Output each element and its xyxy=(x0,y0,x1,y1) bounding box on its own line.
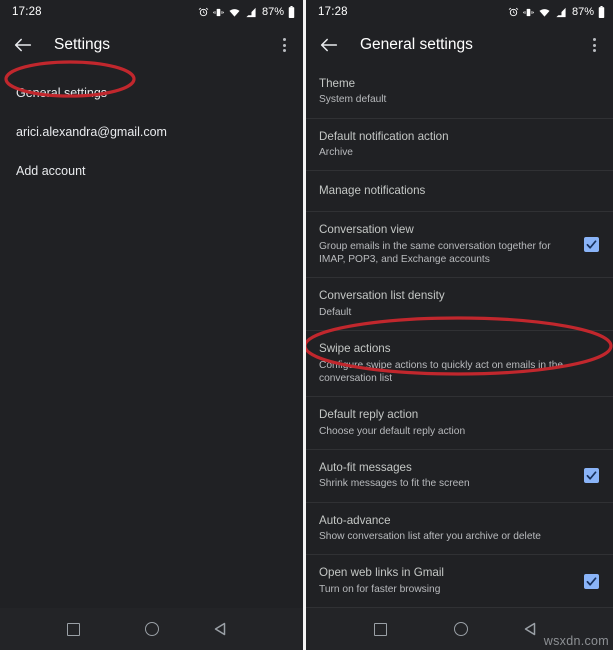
setting-subtitle: Archive xyxy=(319,147,353,159)
setting-title: Default reply action xyxy=(319,408,419,422)
setting-subtitle: Turn on for faster browsing xyxy=(319,583,441,595)
home-circle-icon[interactable] xyxy=(145,622,160,636)
home-circle-icon[interactable] xyxy=(453,622,468,636)
sidebar-item-account-email[interactable]: arici.alexandra@gmail.com xyxy=(0,113,303,152)
arrow-back-icon[interactable] xyxy=(318,34,340,56)
setting-subtitle: Choose your default reply action xyxy=(319,425,466,437)
status-time: 17:28 xyxy=(12,6,42,18)
setting-subtitle: System default xyxy=(319,94,387,106)
recents-square-icon[interactable] xyxy=(373,622,387,636)
page-title: Settings xyxy=(54,36,111,53)
battery-icon xyxy=(598,6,605,18)
setting-row-open-web-links-in-gmail[interactable]: Open web links in Gmail Turn on for fast… xyxy=(306,555,613,609)
setting-row-auto-fit-messages[interactable]: Auto-fit messages Shrink messages to fit… xyxy=(306,450,613,503)
arrow-back-icon[interactable] xyxy=(12,34,34,56)
setting-subtitle: Shrink messages to fit the screen xyxy=(319,478,470,490)
setting-subtitle: Group emails in the same conversation to… xyxy=(319,240,551,266)
left-phone-screen: 17:28 87% Settings General settings aric… xyxy=(0,0,303,650)
more-vert-icon[interactable] xyxy=(275,34,293,56)
setting-row-default-reply-action[interactable]: Default reply action Choose your default… xyxy=(306,397,613,450)
checkbox-conversation-view[interactable] xyxy=(584,237,599,253)
vibrate-icon xyxy=(213,7,224,18)
status-icons: 87% xyxy=(508,6,605,18)
battery-percent-label: 87% xyxy=(571,6,594,18)
status-time: 17:28 xyxy=(318,6,348,18)
setting-subtitle: Configure swipe actions to quickly act o… xyxy=(319,359,564,384)
checkbox-auto-fit-messages[interactable] xyxy=(584,468,599,484)
settings-accounts-list: General settings arici.alexandra@gmail.c… xyxy=(0,66,303,191)
alarm-icon xyxy=(508,7,519,18)
setting-row-auto-advance[interactable]: Auto-advance Show conversation list afte… xyxy=(306,503,613,556)
app-bar-left: Settings xyxy=(0,24,303,66)
sidebar-item-add-account[interactable]: Add account xyxy=(0,152,303,191)
setting-subtitle: Default xyxy=(319,306,352,318)
wifi-icon xyxy=(538,7,551,18)
back-triangle-icon[interactable] xyxy=(214,622,236,636)
setting-row-theme[interactable]: Theme System default xyxy=(306,66,613,119)
setting-row-swipe-actions[interactable]: Swipe actions Configure swipe actions to… xyxy=(306,331,613,398)
setting-title: Default notification action xyxy=(319,129,449,143)
setting-title: Auto-advance xyxy=(319,513,391,527)
sidebar-item-general-settings[interactable]: General settings xyxy=(0,74,303,113)
checkbox-open-web-links-in-gmail[interactable] xyxy=(584,573,599,589)
general-settings-list: Theme System default Default notificatio… xyxy=(306,66,613,650)
setting-row-conversation-view[interactable]: Conversation view Group emails in the sa… xyxy=(306,212,613,279)
alarm-icon xyxy=(198,7,209,18)
setting-row-manage-notifications[interactable]: Manage notifications xyxy=(306,171,613,213)
wifi-icon xyxy=(228,7,241,18)
right-phone-screen: 17:28 87% General settings Theme System … xyxy=(306,0,613,650)
recents-square-icon[interactable] xyxy=(66,622,80,636)
page-title: General settings xyxy=(360,36,473,53)
signal-icon xyxy=(245,7,257,18)
status-icons: 87% xyxy=(198,6,295,18)
setting-row-default-notification-action[interactable]: Default notification action Archive xyxy=(306,119,613,172)
setting-title: Conversation list density xyxy=(319,289,445,303)
setting-title: Auto-fit messages xyxy=(319,460,412,474)
dual-screenshot-container: 17:28 87% Settings General settings aric… xyxy=(0,0,613,650)
setting-title: Swipe actions xyxy=(319,342,391,356)
setting-title: Open web links in Gmail xyxy=(319,566,445,580)
signal-icon xyxy=(555,7,567,18)
vibrate-icon xyxy=(523,7,534,18)
setting-title: Theme xyxy=(319,77,356,90)
app-bar-right: General settings xyxy=(306,24,613,66)
setting-row-conversation-list-density[interactable]: Conversation list density Default xyxy=(306,278,613,332)
battery-percent-label: 87% xyxy=(261,6,284,18)
setting-title: Conversation view xyxy=(319,223,414,237)
watermark: wsxdn.com xyxy=(543,634,609,648)
nav-bar-left xyxy=(0,608,303,650)
setting-title: Manage notifications xyxy=(319,184,426,198)
battery-icon xyxy=(288,6,295,18)
status-bar-right: 17:28 87% xyxy=(306,0,613,24)
status-bar-left: 17:28 87% xyxy=(0,0,303,24)
more-vert-icon[interactable] xyxy=(585,34,603,56)
setting-subtitle: Show conversation list after you archive… xyxy=(319,531,541,543)
